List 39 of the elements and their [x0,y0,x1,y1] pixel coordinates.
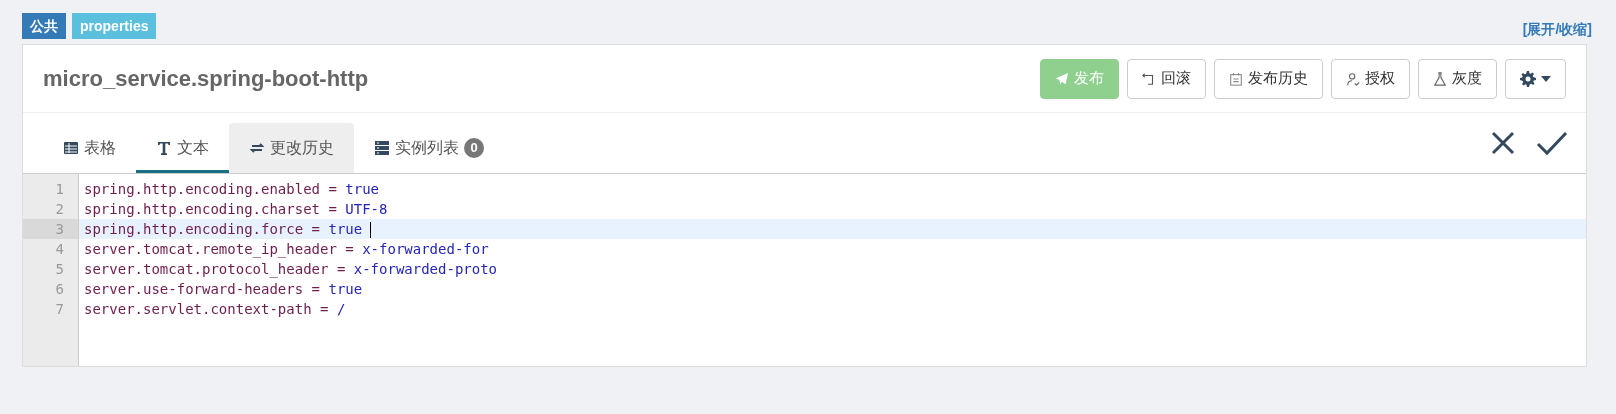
tag-badge: properties [72,13,157,39]
line-number: 7 [54,300,65,319]
close-button[interactable] [1490,130,1516,156]
gear-icon [1520,70,1536,87]
settings-dropdown-button[interactable] [1505,58,1566,99]
line-number: 3 [23,219,78,239]
calendar-icon [1229,71,1243,86]
confirm-button[interactable] [1536,130,1568,156]
code-line: spring.http.encoding.charset = UTF-8 [83,200,389,219]
code-line: server.use-forward-headers = true [83,280,364,299]
count-badge: 0 [464,138,484,158]
tab[interactable]: 更改历史 [229,123,354,173]
flask-icon [1433,71,1447,86]
code-line: spring.http.encoding.enabled = true [83,180,381,199]
line-number: 6 [54,280,65,299]
code-line: server.tomcat.remote_ip_header = x-forwarded-for [83,240,490,259]
action-button[interactable]: 回滚 [1127,58,1206,99]
code-line: server.tomcat.protocol_header = x-forwarded-proto [83,260,499,279]
text-cursor [370,222,372,238]
line-number: 4 [54,240,65,259]
undo-icon [1142,71,1156,86]
user-icon [1346,71,1360,86]
line-number: 2 [54,200,65,219]
code-line: server.servlet.context-path = / [83,300,347,319]
action-button[interactable]: 灰度 [1418,58,1497,99]
tag-badge: 公共 [22,13,66,39]
expand-collapse-link[interactable]: [展开/收缩] [1522,19,1592,40]
server-icon [374,140,390,156]
caret-icon [1541,75,1551,82]
tab[interactable]: 实例列表 0 [354,123,504,173]
tab[interactable]: 表格 [43,123,136,173]
action-button[interactable]: 授权 [1331,58,1410,99]
send-icon [1055,71,1069,86]
line-number: 5 [54,260,65,279]
table-icon [63,140,79,156]
text-icon [156,140,172,156]
line-number: 1 [54,180,65,199]
action-button[interactable]: 发布历史 [1214,58,1323,99]
namespace-title: micro_service.spring-boot-http [43,65,369,93]
